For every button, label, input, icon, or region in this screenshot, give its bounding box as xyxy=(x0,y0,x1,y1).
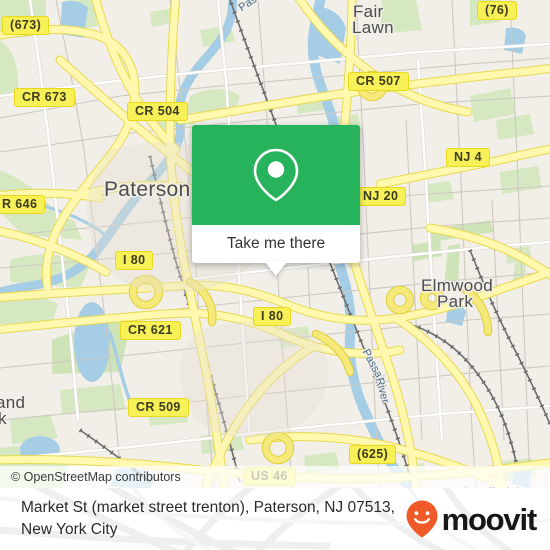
osm-attribution-text[interactable]: © OpenStreetMap contributors xyxy=(0,470,181,484)
route-shield: CR 621 xyxy=(120,321,181,340)
osm-attribution-bar: © OpenStreetMap contributors xyxy=(0,466,550,488)
route-shield: (76) xyxy=(477,1,517,20)
route-shield: CR 509 xyxy=(128,398,189,417)
route-shield: NJ 20 xyxy=(355,187,407,206)
map-pin-icon xyxy=(253,148,299,202)
moovit-wordmark: moovit xyxy=(441,501,538,537)
route-shield: (625) xyxy=(349,445,397,464)
route-shield: I 80 xyxy=(115,251,154,270)
route-shield: (673) xyxy=(2,16,50,35)
route-shield: CR 507 xyxy=(348,72,409,91)
popup-card[interactable]: Take me there xyxy=(192,125,360,263)
route-shield: NJ 4 xyxy=(446,148,491,167)
route-shield: CR 504 xyxy=(127,102,188,121)
location-address: Market St (market street trenton), Pater… xyxy=(21,499,395,538)
popup-tail xyxy=(265,262,287,276)
route-shield: I 80 xyxy=(253,307,292,326)
route-shield: R 646 xyxy=(0,195,46,214)
moovit-smiley-pin-icon xyxy=(406,500,438,538)
moovit-map-share-page: .w { fill:none; stroke:#a5cee6; } .wf { … xyxy=(0,0,550,550)
take-me-there-label[interactable]: Take me there xyxy=(192,225,360,263)
footer-bar: Market St (market street trenton), Pater… xyxy=(0,488,550,550)
popup-green-header xyxy=(192,125,360,225)
moovit-logo[interactable]: moovit xyxy=(405,499,538,539)
take-me-there-popup[interactable]: Take me there xyxy=(192,125,360,276)
route-shield: CR 673 xyxy=(14,88,75,107)
